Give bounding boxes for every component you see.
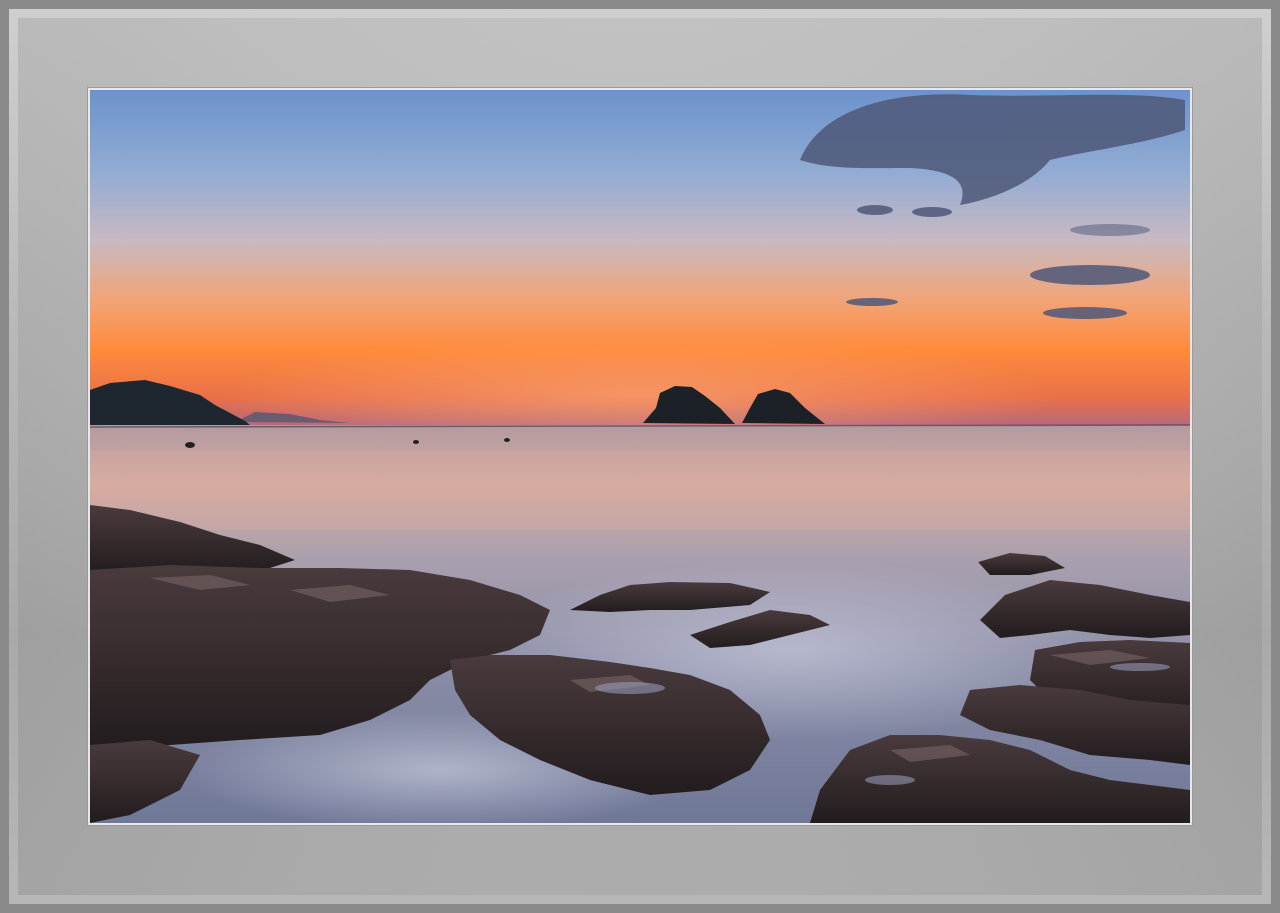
seascape-photo [88, 88, 1192, 825]
photo-canvas [90, 90, 1190, 823]
